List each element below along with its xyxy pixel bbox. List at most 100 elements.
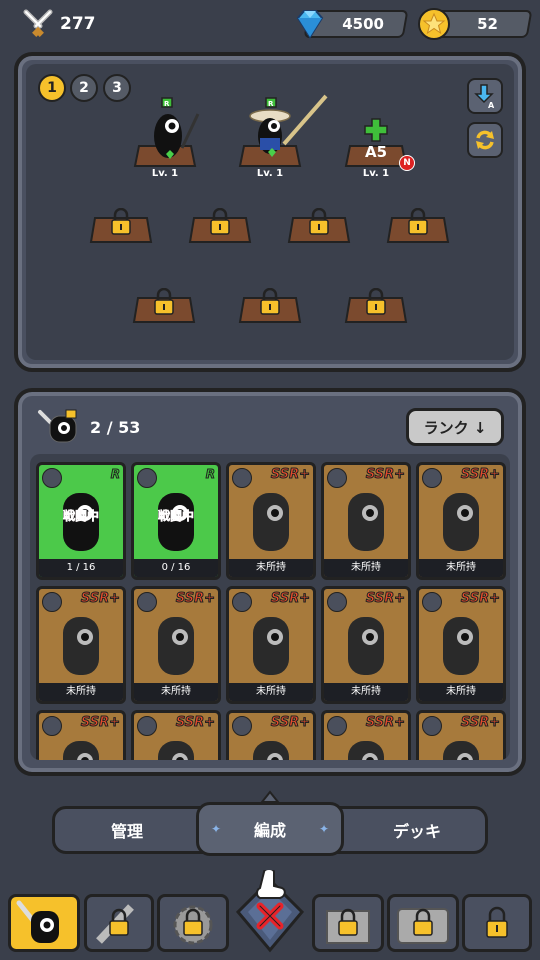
character-silhouette-icon bbox=[348, 741, 384, 760]
new-badge: N bbox=[399, 155, 415, 171]
card-progress: 未所持 bbox=[39, 683, 123, 701]
top-bar: 277 4500 52 bbox=[0, 0, 540, 50]
swap-button[interactable] bbox=[467, 122, 503, 158]
card-progress: 1 / 16 bbox=[39, 559, 123, 577]
svg-text:R: R bbox=[164, 100, 170, 108]
tab-formation[interactable]: ✦ 編成 ✦ bbox=[196, 802, 344, 856]
battle-center-button[interactable] bbox=[230, 870, 310, 956]
card-progress: 未所持 bbox=[419, 683, 503, 701]
locked-slot[interactable] bbox=[132, 288, 196, 328]
slot-code: A5 bbox=[364, 143, 388, 161]
card-progress: 未所持 bbox=[324, 559, 408, 577]
character-silhouette-icon bbox=[158, 617, 194, 675]
character-silhouette-icon bbox=[348, 617, 384, 675]
character-silhouette-icon bbox=[63, 617, 99, 675]
nav-units[interactable] bbox=[8, 894, 80, 952]
card-grid[interactable]: R 戦闘中 1 / 16 R 戦闘中 0 / 16 SSR+ 未所持 SSR+ 未所持 SSR+ 未所… bbox=[30, 454, 510, 760]
unit-card[interactable]: SSR+ bbox=[416, 710, 506, 760]
character-silhouette-icon bbox=[253, 741, 289, 760]
card-progress: 未所持 bbox=[419, 559, 503, 577]
locked-pedestal-icon bbox=[132, 288, 196, 323]
sparkle-icon: ✦ bbox=[318, 822, 329, 836]
locked-pedestal-icon bbox=[89, 208, 153, 243]
nav-locked-3[interactable] bbox=[312, 894, 384, 952]
tab-manage[interactable]: 管理 bbox=[55, 809, 199, 851]
in-battle-label: 戦闘中 bbox=[157, 509, 195, 524]
unit-card[interactable]: SSR+ 未所持 bbox=[226, 586, 316, 704]
character-silhouette-icon bbox=[63, 741, 99, 760]
unit-card[interactable]: R 戦闘中 0 / 16 bbox=[131, 462, 221, 580]
unit-card[interactable]: SSR+ bbox=[226, 710, 316, 760]
card-progress: 未所持 bbox=[229, 683, 313, 701]
locked-slot[interactable] bbox=[287, 208, 351, 248]
unit-card[interactable]: SSR+ 未所持 bbox=[36, 586, 126, 704]
unit-card[interactable]: SSR+ 未所持 bbox=[131, 586, 221, 704]
unit-card[interactable]: R 戦闘中 1 / 16 bbox=[36, 462, 126, 580]
download-arrow-icon: A bbox=[474, 84, 495, 109]
unit-card[interactable]: SSR+ 未所持 bbox=[226, 462, 316, 580]
sort-rank-button[interactable]: ランク ↓ bbox=[406, 408, 504, 446]
character-silhouette-icon bbox=[253, 617, 289, 675]
unit-count-icon bbox=[38, 409, 77, 443]
locked-pedestal-icon bbox=[344, 288, 408, 323]
nav-locked-4[interactable] bbox=[387, 894, 459, 952]
character-musketeer-icon: R bbox=[249, 94, 328, 157]
gem-count: 4500 bbox=[342, 15, 384, 33]
locked-castle-icon bbox=[326, 908, 370, 944]
slot-level: Lv. 1 bbox=[256, 168, 284, 179]
character-silhouette-icon bbox=[348, 493, 384, 551]
tab-deck[interactable]: デッキ bbox=[345, 809, 489, 851]
svg-text:R: R bbox=[268, 100, 274, 108]
locked-slot[interactable] bbox=[89, 208, 153, 248]
nav-locked-5[interactable] bbox=[462, 894, 532, 952]
unit-card[interactable]: SSR+ bbox=[36, 710, 126, 760]
slot-level: Lv. 1 bbox=[151, 168, 179, 179]
page-tab-3[interactable]: 3 bbox=[103, 74, 131, 102]
battle-power-value: 277 bbox=[60, 14, 96, 34]
locked-slot[interactable] bbox=[238, 288, 302, 328]
star-coin-icon bbox=[418, 8, 450, 40]
diamond-icon bbox=[296, 10, 324, 39]
unit-card[interactable]: SSR+ bbox=[321, 710, 411, 760]
character-sword-icon bbox=[16, 900, 59, 943]
battle-power: 277 bbox=[22, 8, 96, 40]
character-silhouette-icon bbox=[443, 741, 479, 760]
slot-level: Lv. 1 bbox=[362, 168, 390, 179]
refresh-icon bbox=[476, 130, 494, 150]
character-silhouette-icon bbox=[443, 493, 479, 551]
card-progress: 0 / 16 bbox=[134, 559, 218, 577]
locked-gear-icon bbox=[173, 905, 213, 945]
page-tab-2[interactable]: 2 bbox=[70, 74, 98, 102]
page-tab-1[interactable]: 1 bbox=[38, 74, 66, 102]
unit-card[interactable]: SSR+ 未所持 bbox=[416, 462, 506, 580]
nav-locked-1[interactable] bbox=[84, 894, 154, 952]
unit-card[interactable]: SSR+ 未所持 bbox=[321, 462, 411, 580]
locked-slot[interactable] bbox=[344, 288, 408, 328]
plus-icon bbox=[364, 118, 388, 142]
coin-count: 52 bbox=[477, 15, 498, 33]
card-progress: 未所持 bbox=[134, 683, 218, 701]
unit-card[interactable]: SSR+ bbox=[131, 710, 221, 760]
locked-slot[interactable] bbox=[188, 208, 252, 248]
character-silhouette-icon bbox=[158, 741, 194, 760]
unit-card[interactable]: SSR+ 未所持 bbox=[321, 586, 411, 704]
unit-card[interactable]: SSR+ 未所持 bbox=[416, 586, 506, 704]
locked-pedestal-icon bbox=[188, 208, 252, 243]
locked-slot[interactable] bbox=[386, 208, 450, 248]
in-battle-label: 戦闘中 bbox=[62, 509, 100, 524]
locked-sword-icon bbox=[96, 904, 134, 944]
character-swordsman-icon: R bbox=[154, 97, 200, 159]
collection-panel: R 戦闘中 1 / 16 R 戦闘中 0 / 16 SSR+ 未所持 SSR+ 未所持 SSR+ 未所… bbox=[14, 388, 526, 776]
nav-locked-2[interactable] bbox=[157, 894, 229, 952]
crossed-swords-icon bbox=[23, 9, 53, 37]
character-silhouette-icon bbox=[253, 493, 289, 551]
svg-text:A: A bbox=[488, 101, 495, 109]
lock-icon bbox=[486, 906, 508, 938]
card-progress: 未所持 bbox=[229, 559, 313, 577]
locked-pedestal-icon bbox=[287, 208, 351, 243]
sparkle-icon: ✦ bbox=[211, 822, 222, 836]
locked-pedestal-icon bbox=[386, 208, 450, 243]
locked-machine-icon bbox=[397, 908, 449, 944]
auto-arrange-button[interactable]: A bbox=[467, 78, 503, 114]
locked-pedestal-icon bbox=[238, 288, 302, 323]
